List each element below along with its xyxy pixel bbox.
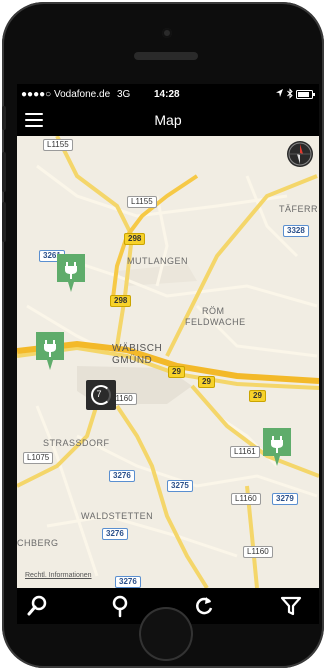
road-shield: L1155 (127, 196, 157, 208)
search-icon[interactable] (26, 594, 50, 618)
place-label: MUTLANGEN (127, 256, 189, 266)
road-shield: 29 (168, 366, 185, 378)
earpiece-speaker (134, 52, 198, 60)
compass-icon[interactable] (287, 141, 313, 167)
place-label: GMÜND (112, 355, 153, 366)
road-shield: L1160 (243, 546, 273, 558)
volume-down-button (2, 202, 6, 242)
road-shield: 3279 (272, 493, 298, 505)
front-camera (162, 28, 172, 38)
place-label: STRASSDORF (43, 438, 110, 448)
road-shield: 3328 (283, 225, 309, 237)
charging-station-pin[interactable] (57, 254, 85, 292)
road-shield: 3275 (167, 480, 193, 492)
refresh-icon[interactable] (192, 594, 216, 618)
road-shield: 3276 (115, 576, 141, 588)
filter-icon[interactable] (279, 594, 303, 618)
road-shield: 298 (124, 233, 146, 245)
road-shield: L1075 (23, 452, 54, 464)
place-label: WÄBISCH (112, 343, 163, 354)
volume-up-button (2, 152, 6, 192)
bluetooth-icon (287, 88, 293, 102)
nav-bar: Map (17, 104, 319, 136)
place-label: FELDWACHE (185, 317, 246, 327)
place-label: WALDSTETTEN (81, 511, 154, 521)
place-label: TÄFERR (279, 204, 318, 214)
location-arrow-icon (275, 88, 284, 101)
place-label: RÖM (202, 306, 225, 316)
home-button[interactable] (139, 607, 193, 661)
road-shield: L1160 (231, 493, 261, 505)
road-shield: 298 (110, 295, 132, 307)
screen: ●●●●○ Vodafone.de 3G 14:28 Map MUTLANGEN… (17, 84, 319, 624)
legal-info-link[interactable]: Rechtl. Informationen (25, 572, 92, 579)
charging-station-pin[interactable] (263, 428, 291, 466)
mute-switch (2, 106, 6, 130)
cluster-marker[interactable]: 7 (86, 380, 116, 410)
page-title: Map (154, 112, 182, 128)
road-shield: 29 (198, 376, 215, 388)
map-view[interactable]: MUTLANGEN RÖM FELDWACHE WÄBISCH GMÜND ST… (17, 136, 319, 588)
status-bar: ●●●●○ Vodafone.de 3G 14:28 (17, 84, 319, 104)
carrier-label: ●●●●○ Vodafone.de (21, 89, 111, 100)
road-shield: 29 (249, 390, 266, 402)
network-label: 3G (117, 89, 131, 100)
cluster-count: 7 (96, 389, 102, 399)
charging-station-pin[interactable] (36, 332, 64, 370)
road-shield: 3276 (102, 528, 128, 540)
location-pin-icon[interactable] (108, 594, 132, 618)
road-shield: 3276 (109, 470, 135, 482)
battery-icon (296, 90, 316, 102)
place-label: CHBERG (17, 538, 59, 548)
phone-frame: ●●●●○ Vodafone.de 3G 14:28 Map MUTLANGEN… (2, 2, 324, 668)
road-shield: L1155 (43, 139, 73, 151)
clock: 14:28 (154, 89, 180, 100)
road-shield: L1161 (230, 446, 260, 458)
